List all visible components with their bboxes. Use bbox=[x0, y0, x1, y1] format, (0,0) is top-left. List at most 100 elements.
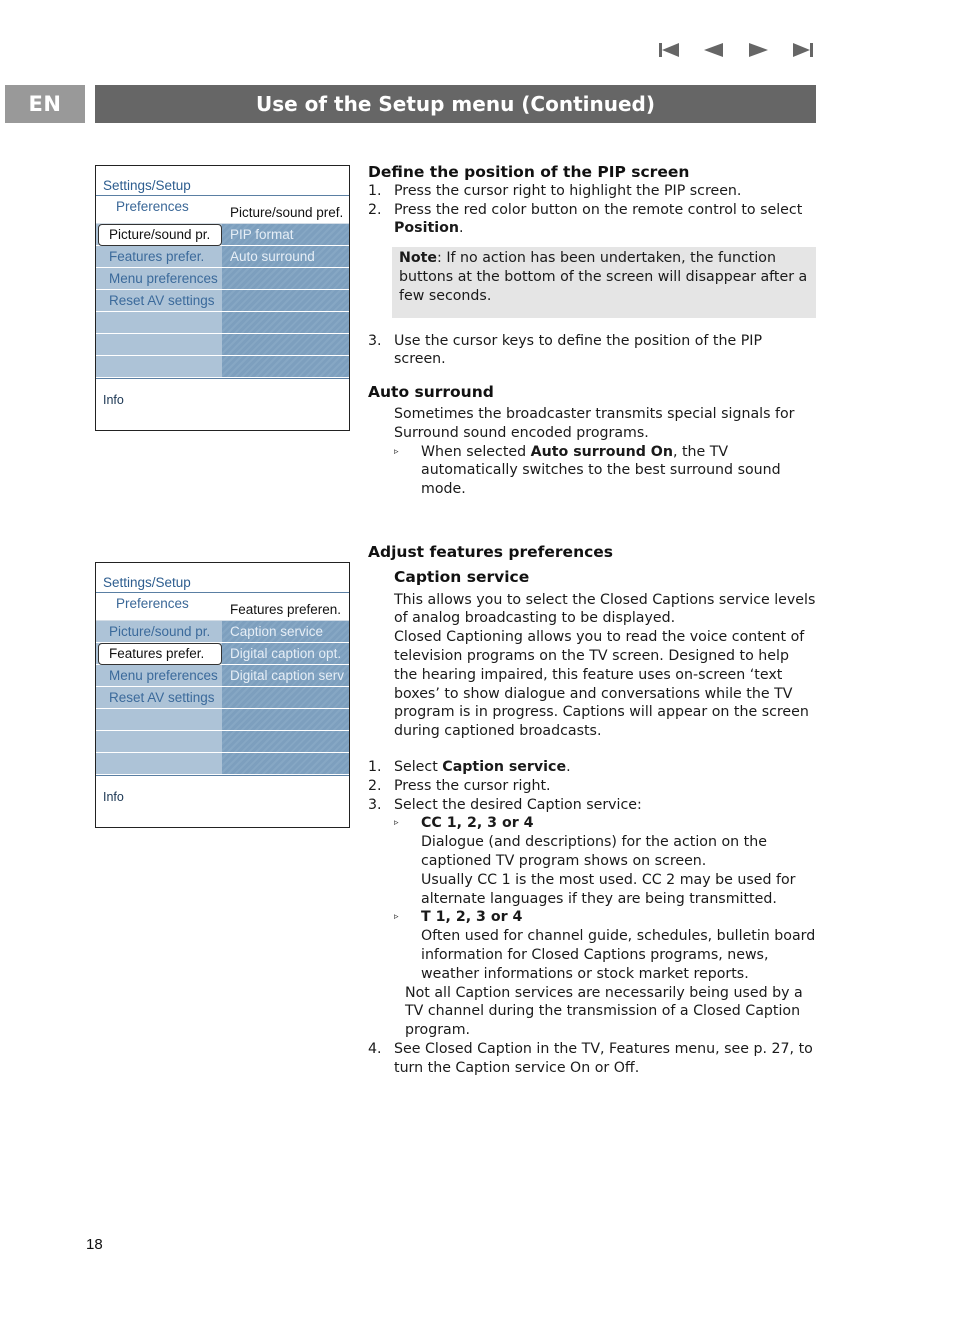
triangle-bullet-icon: ▹ bbox=[394, 446, 399, 457]
tv-menu-picture-sound: Settings/Setup Preferences Picture/sound… bbox=[95, 165, 350, 431]
step-text: Press the cursor right to highlight the … bbox=[394, 182, 742, 199]
step-number: 2. bbox=[368, 777, 382, 794]
page-number: 18 bbox=[86, 1236, 103, 1253]
menu-item-right[interactable] bbox=[222, 731, 349, 752]
menu-item-left[interactable] bbox=[96, 356, 222, 377]
menu-item-right[interactable]: Digital caption serv bbox=[222, 665, 349, 686]
step-number: 4. bbox=[368, 1040, 382, 1057]
triangle-bullet-icon: ▹ bbox=[394, 912, 399, 923]
option-text: Usually CC 1 is the most used. CC 2 may … bbox=[421, 871, 796, 907]
step-text: Use the cursor keys to define the positi… bbox=[394, 332, 763, 368]
note-box: Note: If no action has been undertaken, … bbox=[392, 247, 816, 318]
list-item: 1. Press the cursor right to highlight t… bbox=[368, 182, 816, 201]
menu-row bbox=[96, 356, 349, 378]
previous-page-icon[interactable] bbox=[692, 40, 736, 60]
menu-item-left[interactable]: Picture/sound pr. bbox=[96, 621, 222, 642]
section-heading: Auto surround bbox=[368, 383, 494, 402]
menu-item-left[interactable]: Reset AV settings bbox=[96, 687, 222, 708]
menu-row bbox=[96, 753, 349, 775]
note-text: : If no action has been undertaken, the … bbox=[399, 250, 808, 304]
section-heading: Define the position of the PIP screen bbox=[368, 163, 690, 181]
paragraph: This allows you to select the Closed Cap… bbox=[394, 591, 816, 627]
menu-item-right[interactable]: Auto surround bbox=[222, 246, 349, 267]
section-heading: Adjust features preferences bbox=[368, 543, 614, 561]
step-number: 2. bbox=[368, 201, 382, 218]
menu-right-header: Picture/sound pref. bbox=[230, 205, 344, 220]
step-text: See Closed Caption in the TV, Features m… bbox=[394, 1040, 813, 1076]
last-page-icon[interactable] bbox=[780, 40, 824, 60]
page-navigation bbox=[648, 40, 824, 60]
menu-row bbox=[96, 731, 349, 753]
next-page-icon[interactable] bbox=[736, 40, 780, 60]
sub-heading: Caption service bbox=[394, 567, 530, 586]
paragraph: Closed Captioning allows you to read the… bbox=[394, 629, 809, 740]
menu-item-left[interactable]: Picture/sound pr. bbox=[96, 224, 222, 246]
step-number: 1. bbox=[368, 758, 382, 775]
selected-menu-item[interactable]: Features prefer. bbox=[98, 643, 222, 665]
menu-item-left[interactable] bbox=[96, 731, 222, 752]
menu-item-right[interactable]: Digital caption opt. bbox=[222, 643, 349, 664]
menu-info: Info bbox=[96, 775, 349, 827]
menu-row: Reset AV settings bbox=[96, 290, 349, 312]
menu-row bbox=[96, 312, 349, 334]
menu-item-right[interactable] bbox=[222, 687, 349, 708]
first-page-icon[interactable] bbox=[648, 40, 692, 60]
list-item: 2. Press the cursor right. bbox=[368, 777, 816, 796]
step-text: Press the cursor right. bbox=[394, 777, 551, 794]
menu-item-right[interactable] bbox=[222, 268, 349, 289]
paragraph: Not all Caption services are necessarily… bbox=[405, 984, 803, 1039]
menu-item-left[interactable] bbox=[96, 312, 222, 333]
menu-row bbox=[96, 334, 349, 356]
option-title: CC 1, 2, 3 or 4 bbox=[421, 815, 534, 832]
menu-item-right[interactable] bbox=[222, 334, 349, 355]
option-text: Often used for channel guide, schedules,… bbox=[421, 928, 816, 982]
menu-item-right[interactable] bbox=[222, 753, 349, 774]
menu-info: Info bbox=[96, 378, 349, 430]
menu-row: Features prefer. Auto surround bbox=[96, 246, 349, 268]
menu-row: Picture/sound pr. Caption service bbox=[96, 621, 349, 643]
menu-item-left[interactable] bbox=[96, 334, 222, 355]
step-text: Press the red color button on the remote… bbox=[394, 201, 803, 237]
option-title: T 1, 2, 3 or 4 bbox=[421, 909, 523, 926]
menu-item-left[interactable]: Reset AV settings bbox=[96, 290, 222, 311]
menu-item-left[interactable]: Menu preferences bbox=[96, 268, 222, 289]
menu-row: Menu preferences Digital caption serv bbox=[96, 665, 349, 687]
menu-item-left[interactable]: Menu preferences bbox=[96, 665, 222, 686]
bullet-item: ▹ T 1, 2, 3 or 4 Often used for channel … bbox=[368, 908, 816, 983]
menu-item-left[interactable]: Features prefer. bbox=[96, 643, 222, 665]
selected-menu-item[interactable]: Picture/sound pr. bbox=[98, 224, 222, 246]
list-item: 2. Press the red color button on the rem… bbox=[368, 201, 816, 239]
menu-row: Menu preferences bbox=[96, 268, 349, 290]
menu-right-header: Features preferen. bbox=[230, 602, 342, 617]
menu-breadcrumb: Settings/Setup bbox=[96, 166, 349, 196]
menu-item-right[interactable] bbox=[222, 290, 349, 311]
menu-rows: Picture/sound pr. Caption service Features… bbox=[96, 620, 349, 775]
option-text: Dialogue (and descriptions) for the acti… bbox=[421, 834, 767, 869]
features-section: Adjust features preferences Caption serv… bbox=[368, 543, 816, 1078]
list-item: 4. See Closed Caption in the TV, Feature… bbox=[368, 1040, 816, 1078]
menu-row bbox=[96, 709, 349, 731]
menu-item-right[interactable]: Caption service bbox=[222, 621, 349, 642]
menu-item-right[interactable] bbox=[222, 312, 349, 333]
menu-left-header: Preferences bbox=[116, 199, 189, 214]
menu-item-left[interactable] bbox=[96, 753, 222, 774]
bullet-item: ▹ CC 1, 2, 3 or 4 Dialogue (and descript… bbox=[368, 814, 816, 908]
menu-item-right[interactable] bbox=[222, 356, 349, 377]
menu-left-header: Preferences bbox=[116, 596, 189, 611]
menu-item-right[interactable]: PIP format bbox=[222, 224, 349, 245]
list-item: 3. Select the desired Caption service: bbox=[368, 796, 816, 815]
menu-row: Features prefer. Digital caption opt. bbox=[96, 643, 349, 665]
triangle-bullet-icon: ▹ bbox=[394, 818, 399, 829]
pip-section: Define the position of the PIP screen 1.… bbox=[368, 163, 816, 499]
step-number: 1. bbox=[368, 182, 382, 199]
step-number: 3. bbox=[368, 796, 382, 813]
page-title: Use of the Setup menu (Continued) bbox=[95, 85, 816, 123]
list-item: 1. Select Caption service. bbox=[368, 758, 571, 775]
paragraph: Sometimes the broadcaster transmits spec… bbox=[394, 405, 795, 441]
step-text: Select the desired Caption service: bbox=[394, 796, 642, 813]
menu-item-left[interactable]: Features prefer. bbox=[96, 246, 222, 267]
step-number: 3. bbox=[368, 332, 382, 349]
menu-item-left[interactable] bbox=[96, 709, 222, 730]
menu-item-right[interactable] bbox=[222, 709, 349, 730]
menu-rows: Picture/sound pr. PIP format Features pref… bbox=[96, 223, 349, 378]
